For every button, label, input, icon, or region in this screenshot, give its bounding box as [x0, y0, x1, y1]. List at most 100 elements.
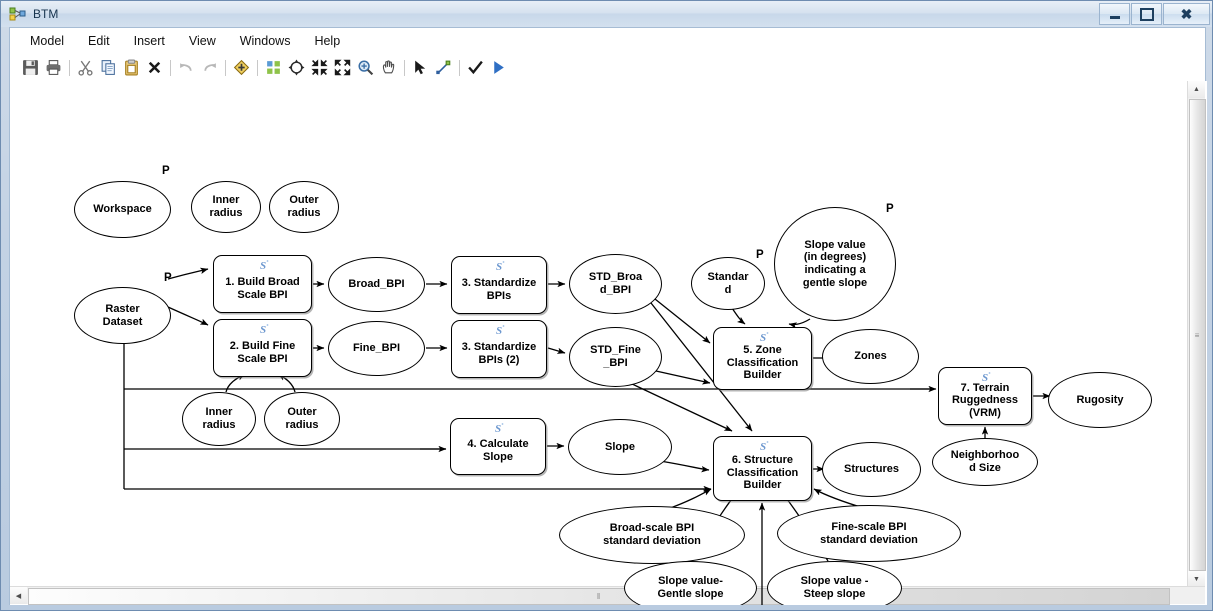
diagram-node-broad_bpi[interactable]: Broad_BPI [328, 257, 425, 312]
node-label: Outer radius [287, 194, 321, 219]
node-label: Neighborhoo d Size [950, 449, 1020, 474]
zoom-tool-icon[interactable] [355, 57, 376, 78]
scroll-up-arrow[interactable]: ▲ [1188, 81, 1205, 98]
diagram-node-fine_std[interactable]: Fine-scale BPI standard deviation [777, 505, 961, 562]
svg-text:S: S [496, 325, 502, 336]
svg-text:S: S [759, 441, 765, 452]
minimize-button[interactable] [1099, 3, 1130, 25]
menu-edit[interactable]: Edit [78, 31, 120, 51]
copy-icon[interactable] [98, 57, 119, 78]
geoprocessing-tool-icon: S [256, 323, 270, 336]
diagram-node-inner1[interactable]: Inner radius [191, 181, 261, 233]
add-data-icon[interactable] [231, 57, 252, 78]
menu-model[interactable]: Model [20, 31, 74, 51]
delete-icon[interactable] [144, 57, 165, 78]
diagram-node-workspace[interactable]: Workspace [74, 181, 171, 238]
node-label: Rugosity [1076, 393, 1124, 406]
diagram-node-build_broad[interactable]: S 1. Build Broad Scale BPI [213, 255, 312, 313]
cut-icon[interactable] [75, 57, 96, 78]
maximize-button[interactable] [1131, 3, 1162, 25]
node-label: 4. Calculate Slope [467, 438, 529, 463]
diagram-node-rugosity[interactable]: Rugosity [1048, 372, 1152, 428]
svg-text:S: S [495, 423, 501, 434]
diagram-node-slope[interactable]: Slope [568, 419, 672, 475]
close-icon: ✖ [1180, 6, 1193, 22]
diagram-node-neighborhood[interactable]: Neighborhoo d Size [932, 438, 1038, 486]
scrollbar-corner [1188, 587, 1205, 604]
select-icon[interactable] [410, 57, 431, 78]
menu-help[interactable]: Help [304, 31, 350, 51]
diagram-node-raster[interactable]: Raster Dataset [74, 287, 171, 344]
undo-icon[interactable] [176, 57, 197, 78]
node-label: 7. Terrain Ruggedness (VRM) [951, 381, 1018, 419]
save-icon[interactable] [20, 57, 41, 78]
diagram-node-zones[interactable]: Zones [822, 329, 919, 384]
geoprocessing-tool-icon: S [756, 440, 770, 453]
menu-windows[interactable]: Windows [230, 31, 301, 51]
window-title: BTM [33, 7, 59, 21]
node-label: 3. Standardize BPIs (2) [461, 340, 537, 366]
node-label: 2. Build Fine Scale BPI [229, 339, 296, 365]
print-icon[interactable] [43, 57, 64, 78]
diagram-node-structures[interactable]: Structures [822, 442, 921, 497]
node-label: Slope value- Gentle slope [657, 575, 724, 600]
svg-text:S: S [259, 260, 265, 271]
pan-icon[interactable] [378, 57, 399, 78]
diagram-node-calc_slope[interactable]: S 4. Calculate Slope [450, 418, 546, 475]
run-icon[interactable] [488, 57, 509, 78]
node-label: STD_Broa d_BPI [588, 271, 643, 296]
diagram-node-outer1[interactable]: Outer radius [269, 181, 339, 233]
node-label: Slope value (in degrees) indicating a gentl… [802, 238, 868, 289]
title-bar: BTM ✖ [1, 1, 1212, 27]
node-label: 3. Standardize BPIs [461, 276, 537, 302]
node-label: Fine_BPI [352, 342, 401, 355]
horizontal-scroll-thumb[interactable]: ‖ [28, 588, 1170, 605]
diagram-node-struct_cls[interactable]: S 6. Structure Classification Builder [713, 436, 812, 501]
diagram-node-build_fine[interactable]: S 2. Build Fine Scale BPI [213, 319, 312, 377]
diagram-node-std_fine[interactable]: STD_Fine _BPI [569, 327, 662, 387]
scroll-left-arrow[interactable]: ◀ [10, 587, 27, 604]
diagram-node-inner2[interactable]: Inner radius [182, 392, 256, 446]
connect-icon[interactable] [433, 57, 454, 78]
maximize-icon [1139, 7, 1154, 21]
node-label: 5. Zone Classification Builder [726, 344, 799, 382]
toolbar-separator [257, 59, 258, 76]
parameter-marker-standard: P [756, 249, 764, 261]
toolbar-separator [69, 59, 70, 76]
diagram-node-std_bpis[interactable]: S 3. Standardize BPIs [451, 256, 547, 314]
diagram-node-std_broad[interactable]: STD_Broa d_BPI [569, 254, 662, 314]
diagram-node-zone_cls[interactable]: S 5. Zone Classification Builder [713, 327, 812, 390]
geoprocessing-tool-icon: S [756, 331, 770, 344]
diagram-node-fine_bpi[interactable]: Fine_BPI [328, 321, 425, 376]
paste-icon[interactable] [121, 57, 142, 78]
btm-window: BTM ✖ Model Edit Insert View Windows Hel… [0, 0, 1213, 611]
node-label: Structures [843, 463, 900, 476]
model-canvas[interactable]: Workspace Inner radius P Outer radius Raster Da… [10, 81, 1207, 605]
diagram-node-slopeval[interactable]: Slope value (in degrees) indicating a gentl… [774, 207, 896, 321]
menu-view[interactable]: View [179, 31, 226, 51]
diagram-node-std_bpis2[interactable]: S 3. Standardize BPIs (2) [451, 320, 547, 378]
parameter-marker-inner1: P [162, 165, 170, 177]
node-label: Inner radius [209, 194, 243, 219]
horizontal-scrollbar[interactable]: ◀ ‖ ▶ [10, 586, 1205, 605]
vertical-scroll-thumb[interactable]: ≡ [1189, 99, 1206, 571]
auto-layout-icon[interactable] [263, 57, 284, 78]
svg-text:S: S [259, 324, 265, 335]
node-label: 1. Build Broad Scale BPI [225, 275, 300, 301]
diagram-node-outer2[interactable]: Outer radius [264, 392, 340, 446]
client-area: Model Edit Insert View Windows Help Work… [9, 27, 1207, 605]
node-label: Slope value - Steep slope [800, 575, 869, 600]
svg-text:S: S [759, 332, 765, 343]
zoom-out-icon[interactable] [309, 57, 330, 78]
diagram-node-broad_std[interactable]: Broad-scale BPI standard deviation [559, 506, 745, 564]
menu-insert[interactable]: Insert [124, 31, 175, 51]
diagram-node-terrain[interactable]: S 7. Terrain Ruggedness (VRM) [938, 367, 1032, 425]
full-view-icon[interactable] [286, 57, 307, 78]
geoprocessing-tool-icon: S [492, 260, 506, 273]
zoom-in-icon[interactable] [332, 57, 353, 78]
redo-icon[interactable] [199, 57, 220, 78]
diagram-node-standard[interactable]: Standar d [691, 257, 765, 310]
validate-icon[interactable] [465, 57, 486, 78]
node-label: Broad_BPI [348, 278, 405, 291]
close-button[interactable]: ✖ [1163, 3, 1210, 25]
